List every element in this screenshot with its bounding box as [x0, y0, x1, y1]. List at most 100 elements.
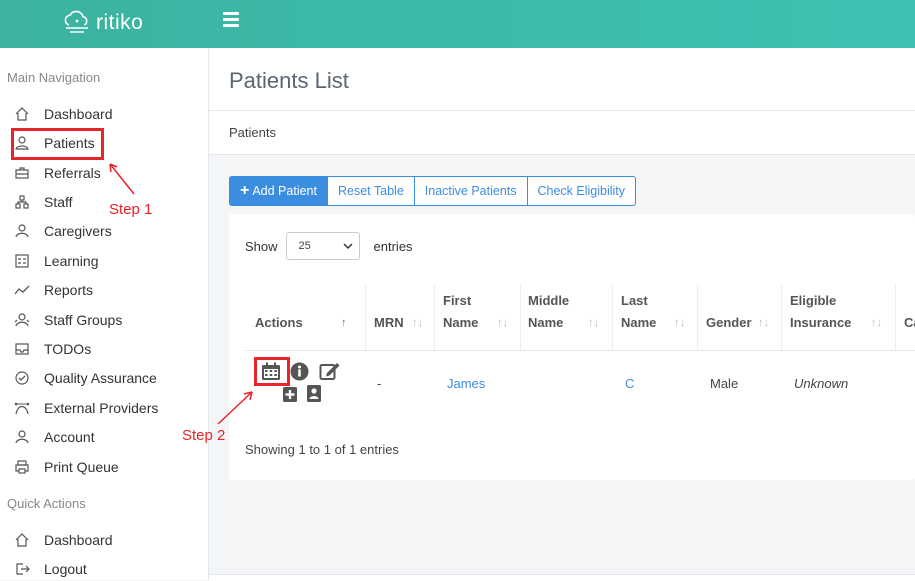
table-info: Showing 1 to 1 of 1 entries [245, 442, 399, 457]
check-circle-icon [15, 371, 29, 385]
home-icon [15, 533, 29, 547]
sidebar-item-label: Dashboard [44, 106, 113, 122]
logout-icon [16, 563, 30, 575]
column-header-last-name-1[interactable]: Last [621, 290, 648, 312]
sidebar-item-label: Account [44, 429, 95, 445]
column-header-next[interactable]: Ca [904, 312, 915, 334]
sidebar-item-learning[interactable]: Learning [14, 249, 99, 273]
page-size-control: Show 25 entries [245, 232, 413, 260]
info-icon[interactable] [290, 362, 309, 381]
sidebar-item-label: Quality Assurance [44, 370, 157, 386]
menu-toggle-icon[interactable] [223, 12, 239, 28]
page-title: Patients List [229, 68, 349, 93]
add-patient-label: Add Patient [252, 184, 317, 198]
quick-actions-heading: Quick Actions [7, 496, 86, 511]
cell-gender: Male [710, 376, 739, 391]
toolbar: + Add Patient Reset Table Inactive Patien… [229, 176, 637, 206]
brand-logo[interactable]: ritiko [62, 8, 143, 38]
sidebar-item-label: Staff Groups [44, 312, 123, 328]
chevron-down-icon [343, 243, 353, 250]
sidebar-item-dashboard[interactable]: Dashboard [14, 102, 113, 126]
column-divider [895, 284, 896, 350]
column-header-first-name-1[interactable]: First [443, 290, 471, 312]
page-size-select[interactable]: 25 [285, 232, 360, 260]
trend-icon [14, 285, 30, 295]
header-divider [245, 350, 915, 351]
quick-item-logout[interactable]: Logout [14, 557, 87, 581]
org-chart-icon [15, 195, 29, 209]
page-header: Patients List [209, 48, 915, 111]
main-navigation-heading: Main Navigation [7, 70, 101, 85]
sort-asc-icon[interactable]: ↑ [341, 317, 347, 329]
main-content: Patients List Patients + Add Patient Rese… [209, 48, 915, 581]
sidebar-item-quality-assurance[interactable]: Quality Assurance [14, 366, 157, 390]
cell-mrn: - [377, 376, 382, 391]
sidebar-item-label: External Providers [44, 400, 159, 416]
step2-arrow-icon [217, 391, 253, 425]
sidebar-item-caregivers[interactable]: Caregivers [14, 219, 112, 243]
column-header-eligible-2[interactable]: Insurance [790, 312, 851, 334]
sort-icon[interactable]: ↑↓ [412, 317, 423, 329]
step2-highlight-box [254, 357, 290, 386]
check-eligibility-button[interactable]: Check Eligibility [526, 176, 637, 206]
column-divider [612, 284, 613, 350]
plus-icon: + [240, 182, 250, 199]
column-header-gender[interactable]: Gender [706, 312, 752, 334]
patients-table-card: Show 25 entries Actions ↑ MRN ↑↓ First N… [229, 214, 915, 480]
sidebar-item-label: Print Queue [44, 459, 119, 475]
sort-icon[interactable]: ↑↓ [497, 317, 508, 329]
sidebar-item-referrals[interactable]: Referrals [14, 161, 101, 185]
sidebar-item-staff-groups[interactable]: Staff Groups [14, 308, 122, 332]
column-header-eligible-1[interactable]: Eligible [790, 290, 836, 312]
column-header-middle-name-2[interactable]: Name [528, 312, 563, 334]
sidebar-item-print-queue[interactable]: Print Queue [14, 455, 119, 479]
column-divider [781, 284, 782, 350]
step2-label: Step 2 [182, 427, 226, 444]
entries-label: entries [373, 238, 413, 254]
sort-icon[interactable]: ↑↓ [588, 317, 599, 329]
sidebar-item-label: Logout [44, 561, 87, 577]
inactive-patients-button[interactable]: Inactive Patients [413, 176, 528, 206]
checklist-icon [15, 254, 29, 268]
sidebar-item-label: TODOs [44, 341, 92, 357]
edit-icon[interactable] [319, 361, 341, 381]
sort-icon[interactable]: ↑↓ [758, 317, 769, 329]
step1-label: Step 1 [109, 201, 153, 218]
sidebar-item-todos[interactable]: TODOs [14, 337, 91, 361]
add-document-icon[interactable] [282, 386, 298, 403]
quick-item-dashboard[interactable]: Dashboard [14, 528, 113, 552]
cloud-logo-icon [64, 10, 88, 33]
sidebar-item-label: Learning [44, 253, 99, 269]
group-icon [14, 313, 30, 327]
top-bar: ritiko [0, 0, 915, 48]
brand-name: ritiko [96, 11, 144, 34]
column-header-mrn[interactable]: MRN [374, 312, 404, 334]
sort-icon[interactable]: ↑↓ [674, 317, 685, 329]
cell-last-name[interactable]: C [625, 376, 634, 391]
column-header-last-name-2[interactable]: Name [621, 312, 656, 334]
sidebar-item-account[interactable]: Account [14, 425, 95, 449]
network-icon [14, 402, 30, 415]
column-header-actions[interactable]: Actions [255, 312, 303, 334]
cell-first-name[interactable]: James [447, 376, 485, 391]
column-divider [520, 284, 521, 350]
breadcrumb: Patients [209, 111, 915, 155]
breadcrumb-item[interactable]: Patients [229, 125, 276, 140]
sidebar-item-external-providers[interactable]: External Providers [14, 396, 158, 420]
sidebar-item-reports[interactable]: Reports [14, 278, 93, 302]
column-header-first-name-2[interactable]: Name [443, 312, 478, 334]
id-badge-icon[interactable] [306, 384, 322, 403]
sidebar-item-label: Referrals [44, 165, 101, 181]
briefcase-icon [15, 167, 29, 179]
step1-highlight-box [11, 128, 104, 160]
home-icon [15, 107, 29, 121]
inbox-icon [15, 343, 29, 355]
sidebar-item-staff[interactable]: Staff [14, 190, 73, 214]
user-icon [15, 224, 29, 238]
show-label: Show [245, 238, 278, 254]
sort-icon[interactable]: ↑↓ [871, 317, 882, 329]
column-divider [697, 284, 698, 350]
add-patient-button[interactable]: + Add Patient [229, 176, 328, 206]
column-header-middle-name-1[interactable]: Middle [528, 290, 569, 312]
reset-table-button[interactable]: Reset Table [326, 176, 415, 206]
